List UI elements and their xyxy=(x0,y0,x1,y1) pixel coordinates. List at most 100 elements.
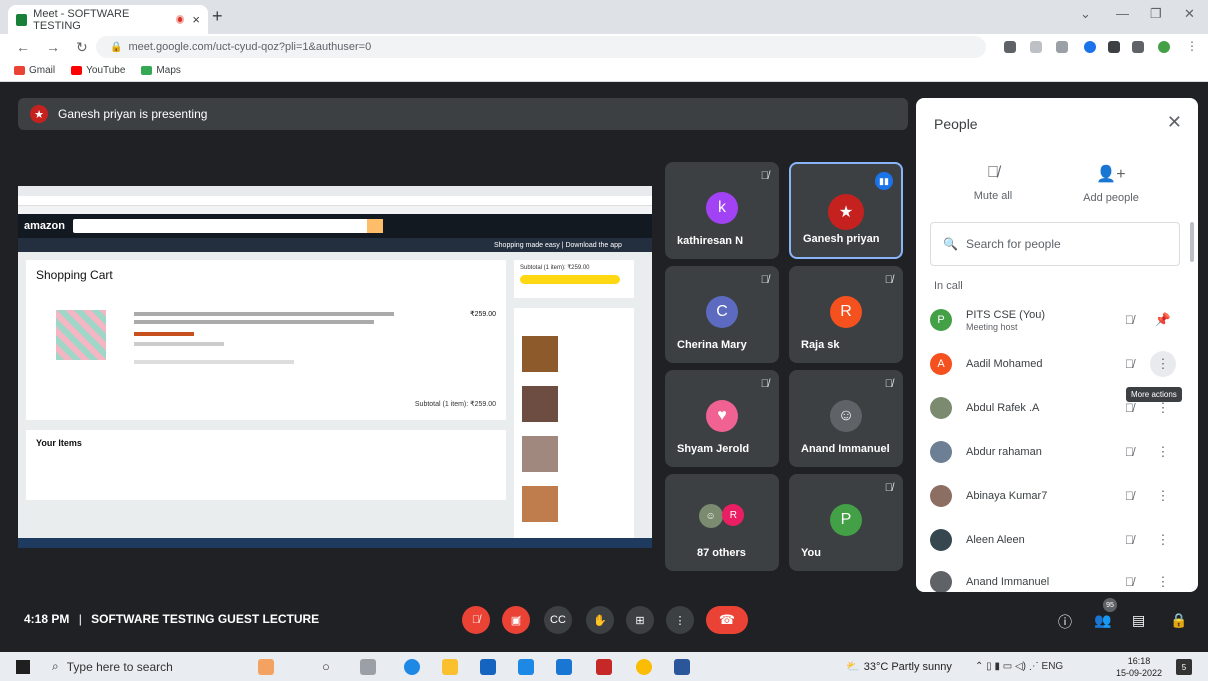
muted-mic-icon[interactable]: 🎙̸ xyxy=(1125,533,1134,547)
amazon-body: Shopping Cart ₹259.00 Subtotal (1 item):… xyxy=(18,252,652,538)
new-tab-button[interactable]: + xyxy=(212,6,223,27)
more-actions-icon[interactable]: ⋮ xyxy=(1150,351,1176,377)
captions-button[interactable]: CC xyxy=(544,606,572,634)
notification-icon[interactable]: 5 xyxy=(1176,659,1192,675)
avatar: k xyxy=(706,192,738,224)
participant-row[interactable]: Abdur rahaman 🎙̸ ⋮ xyxy=(930,434,1184,470)
mute-all-button[interactable]: 🎙̸ Mute all xyxy=(948,164,1038,202)
muted-mic-icon[interactable]: 🎙̸ xyxy=(1125,575,1134,589)
reload-icon[interactable]: ↻ xyxy=(76,39,88,56)
presenting-banner: ★ Ganesh priyan is presenting xyxy=(18,98,908,130)
participant-tile[interactable]: 🎙̸ ♥ Shyam Jerold xyxy=(665,370,779,467)
chrome-icon[interactable] xyxy=(636,659,652,675)
people-icon[interactable]: 👥 xyxy=(1094,612,1111,629)
puzzle-icon[interactable] xyxy=(1108,41,1120,53)
more-options-button[interactable]: ⋮ xyxy=(666,606,694,634)
share-icon[interactable] xyxy=(1030,41,1042,53)
participant-tile[interactable]: 🎙̸ ☺ Anand Immanuel xyxy=(789,370,903,467)
add-people-button[interactable]: 👤+ Add people xyxy=(1066,164,1156,204)
self-tile[interactable]: 🎙̸ P You xyxy=(789,474,903,571)
shared-infobar xyxy=(18,206,652,214)
muted-mic-icon[interactable]: 🎙̸ xyxy=(1125,313,1134,327)
pin-icon[interactable]: 📌 xyxy=(1150,307,1176,333)
edge-icon[interactable] xyxy=(404,659,420,675)
amazon-search xyxy=(72,219,383,233)
weather-widget[interactable]: ⛅ 33°C Partly sunny xyxy=(846,660,952,674)
muted-mic-icon[interactable]: 🎙̸ xyxy=(1125,489,1134,503)
bookmark-star-icon[interactable] xyxy=(1056,41,1068,53)
present-button[interactable]: ⊞ xyxy=(626,606,654,634)
more-actions-icon[interactable]: ⋮ xyxy=(1150,439,1176,465)
product-price: ₹259.00 xyxy=(470,311,496,318)
camera-off-button[interactable]: ▣̸ xyxy=(502,606,530,634)
sidebar-icon[interactable] xyxy=(1132,41,1144,53)
avatar: P xyxy=(930,309,952,331)
others-tile[interactable]: ☺ R 87 others xyxy=(665,474,779,571)
file-explorer-icon[interactable] xyxy=(442,659,458,675)
tab-search-icon[interactable]: ⌄ xyxy=(1080,6,1091,22)
app-icon[interactable] xyxy=(596,659,612,675)
search-placeholder: Search for people xyxy=(965,237,1061,251)
participant-name: Anand Immanuel xyxy=(801,443,890,455)
word-icon[interactable] xyxy=(674,659,690,675)
minimize-icon[interactable]: — xyxy=(1116,6,1129,21)
raise-hand-button[interactable]: ✋ xyxy=(586,606,614,634)
participant-row[interactable]: P PITS CSE (You) Meeting host 🎙̸ 📌 xyxy=(930,302,1184,338)
meet-stage: ★ Ganesh priyan is presenting amazon Sho… xyxy=(0,82,1208,652)
extension-icon[interactable] xyxy=(1084,41,1096,53)
bookmark-gmail[interactable]: Gmail xyxy=(14,65,55,76)
url-field[interactable]: 🔒 meet.google.com/uct-cyud-qoz?pli=1&aut… xyxy=(96,36,986,58)
muted-mic-icon[interactable]: 🎙̸ xyxy=(1125,445,1134,459)
maximize-icon[interactable]: ❐ xyxy=(1150,6,1162,22)
participant-tile[interactable]: 🎙̸ C Cherina Mary xyxy=(665,266,779,363)
taskview-icon[interactable] xyxy=(360,659,376,675)
participant-row[interactable]: Anand Immanuel 🎙̸ ⋮ xyxy=(930,564,1184,592)
task-view-icon[interactable] xyxy=(258,659,274,675)
system-tray[interactable]: ⌃ ▯ ▮ ▭ ◁) ⋰ ENG xyxy=(975,661,1063,672)
more-actions-icon[interactable]: ⋮ xyxy=(1150,527,1176,553)
participant-tile[interactable]: 🎙̸ k kathiresan N xyxy=(665,162,779,259)
participant-row[interactable]: Aleen Aleen 🎙̸ ⋮ xyxy=(930,522,1184,558)
windows-start-icon[interactable] xyxy=(16,659,30,674)
app-icon[interactable] xyxy=(518,659,534,675)
participant-tile-active[interactable]: ▮▮ ★ Ganesh priyan xyxy=(789,162,903,259)
people-count-badge: 95 xyxy=(1103,598,1117,612)
chat-icon[interactable]: ▤ xyxy=(1132,612,1145,629)
system-clock[interactable]: 16:18 15-09-2022 xyxy=(1116,655,1162,679)
store-icon[interactable] xyxy=(480,659,496,675)
muted-mic-icon[interactable]: 🎙̸ xyxy=(1125,401,1134,415)
tab-close-icon[interactable]: × xyxy=(192,12,200,27)
people-search-input[interactable]: 🔍 Search for people xyxy=(930,222,1180,266)
bookmark-label: YouTube xyxy=(86,65,126,76)
window-close-icon[interactable]: ✕ xyxy=(1184,6,1195,22)
more-actions-icon[interactable]: ⋮ xyxy=(1150,569,1176,592)
cortana-icon[interactable]: ○ xyxy=(322,659,338,675)
participant-tile[interactable]: 🎙̸ R Raja sk xyxy=(789,266,903,363)
youtube-icon xyxy=(71,66,83,75)
browser-tab[interactable]: Meet - SOFTWARE TESTING × xyxy=(8,5,208,34)
taskbar-search[interactable]: ⌕ Type here to search xyxy=(52,659,252,674)
participant-row[interactable]: Abinaya Kumar7 🎙̸ ⋮ xyxy=(930,478,1184,514)
camera-icon[interactable] xyxy=(1004,41,1016,53)
add-people-label: Add people xyxy=(1083,192,1139,204)
amazon-nav: Shopping made easy | Download the app xyxy=(18,238,652,252)
product-title-line xyxy=(134,312,394,316)
activities-icon[interactable]: 🔒 xyxy=(1170,612,1187,629)
participant-row[interactable]: A Aadil Mohamed 🎙̸ ⋮ xyxy=(930,346,1184,382)
profile-avatar[interactable] xyxy=(1158,41,1170,53)
scrollbar[interactable] xyxy=(1190,222,1194,262)
muted-mic-icon[interactable]: 🎙̸ xyxy=(1125,357,1134,371)
participant-name: Abdur rahaman xyxy=(966,445,1042,458)
menu-icon[interactable]: ⋮ xyxy=(1186,39,1198,53)
amazon-logo: amazon xyxy=(24,220,65,232)
meeting-details-icon[interactable]: ⓘ xyxy=(1058,612,1072,632)
app-icon[interactable] xyxy=(556,659,572,675)
leave-call-button[interactable]: ☎ xyxy=(706,606,748,634)
close-icon[interactable]: ✕ xyxy=(1167,112,1182,133)
bookmark-maps[interactable]: Maps xyxy=(141,65,181,76)
mic-off-button[interactable]: 🎙̸ xyxy=(462,606,490,634)
bookmark-youtube[interactable]: YouTube xyxy=(71,65,125,76)
forward-icon[interactable]: → xyxy=(46,39,60,55)
more-actions-icon[interactable]: ⋮ xyxy=(1150,483,1176,509)
back-icon[interactable]: ← xyxy=(16,39,30,55)
